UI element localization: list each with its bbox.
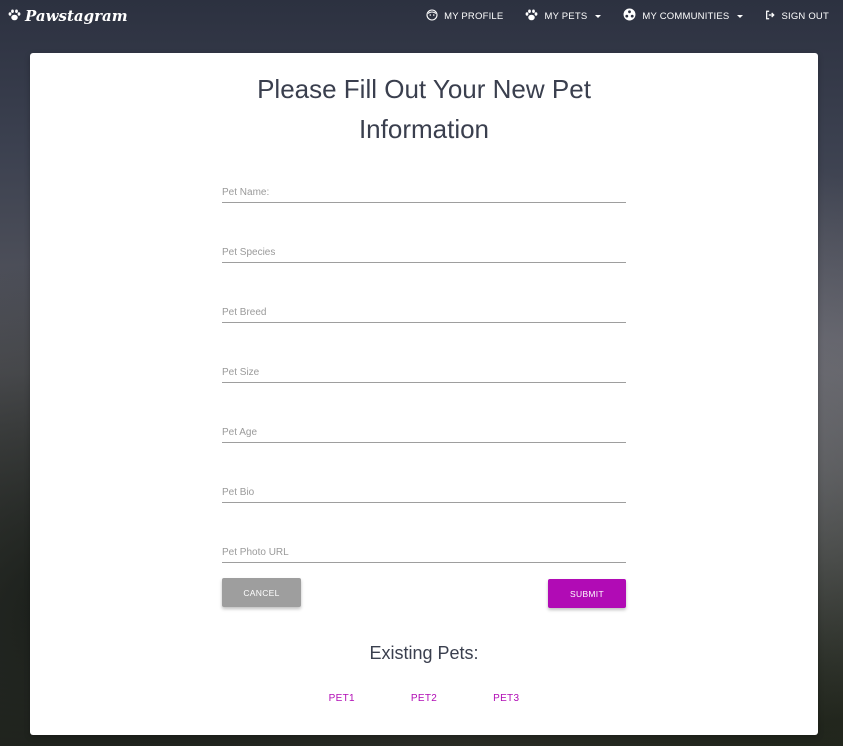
submit-button[interactable]: SUBMIT (548, 579, 626, 608)
pet-age-input[interactable] (222, 422, 626, 442)
new-pet-card: Please Fill Out Your New Pet Information… (30, 53, 818, 735)
pet-breed-field (222, 302, 626, 323)
cancel-button[interactable]: CANCEL (222, 578, 301, 607)
chevron-down-icon (737, 14, 744, 18)
sign-out-icon (765, 10, 776, 23)
pet-size-field (222, 362, 626, 383)
community-icon (623, 8, 636, 24)
nav-menu: MY PROFILE MY PETS MY COMMUNITIES SIGN O… (426, 8, 829, 24)
nav-my-profile-label: MY PROFILE (444, 10, 504, 22)
pet-breed-input[interactable] (222, 302, 626, 322)
pet-size-input[interactable] (222, 362, 626, 382)
top-navbar: Pawstagram MY PROFILE MY PETS MY COMMUNI… (0, 0, 843, 32)
nav-my-communities-label: MY COMMUNITIES (642, 10, 730, 22)
pet-link-1[interactable]: PET1 (329, 693, 355, 704)
page-title: Please Fill Out Your New Pet Information (30, 69, 818, 149)
paw-icon (8, 7, 21, 25)
brand-name: Pawstagram (25, 7, 128, 25)
pet-species-field (222, 242, 626, 263)
paw-icon (525, 9, 538, 24)
page-title-line1: Please Fill Out Your New Pet (257, 74, 591, 104)
pet-bio-field (222, 482, 626, 503)
pet-name-input[interactable] (222, 182, 626, 202)
page-title-line2: Information (358, 114, 490, 144)
nav-my-profile[interactable]: MY PROFILE (426, 8, 504, 24)
brand-logo[interactable]: Pawstagram (8, 7, 128, 25)
nav-my-communities[interactable]: MY COMMUNITIES (623, 8, 744, 24)
nav-sign-out-label: SIGN OUT (781, 10, 829, 22)
pet-species-input[interactable] (222, 242, 626, 262)
pet-photo-url-input[interactable] (222, 542, 626, 562)
chevron-down-icon (595, 14, 602, 18)
pet-photo-url-field (222, 542, 626, 563)
pet-age-field (222, 422, 626, 443)
nav-my-pets[interactable]: MY PETS (525, 9, 602, 24)
nav-my-pets-label: MY PETS (544, 10, 588, 22)
pet-name-field (222, 182, 626, 203)
face-icon (426, 8, 438, 24)
pet-link-3[interactable]: PET3 (493, 693, 519, 704)
pet-bio-input[interactable] (222, 482, 626, 502)
existing-pets-list: PET1 PET2 PET3 (30, 693, 818, 704)
pet-link-2[interactable]: PET2 (411, 693, 437, 704)
nav-sign-out[interactable]: SIGN OUT (765, 10, 829, 23)
existing-pets-heading: Existing Pets: (369, 643, 479, 663)
